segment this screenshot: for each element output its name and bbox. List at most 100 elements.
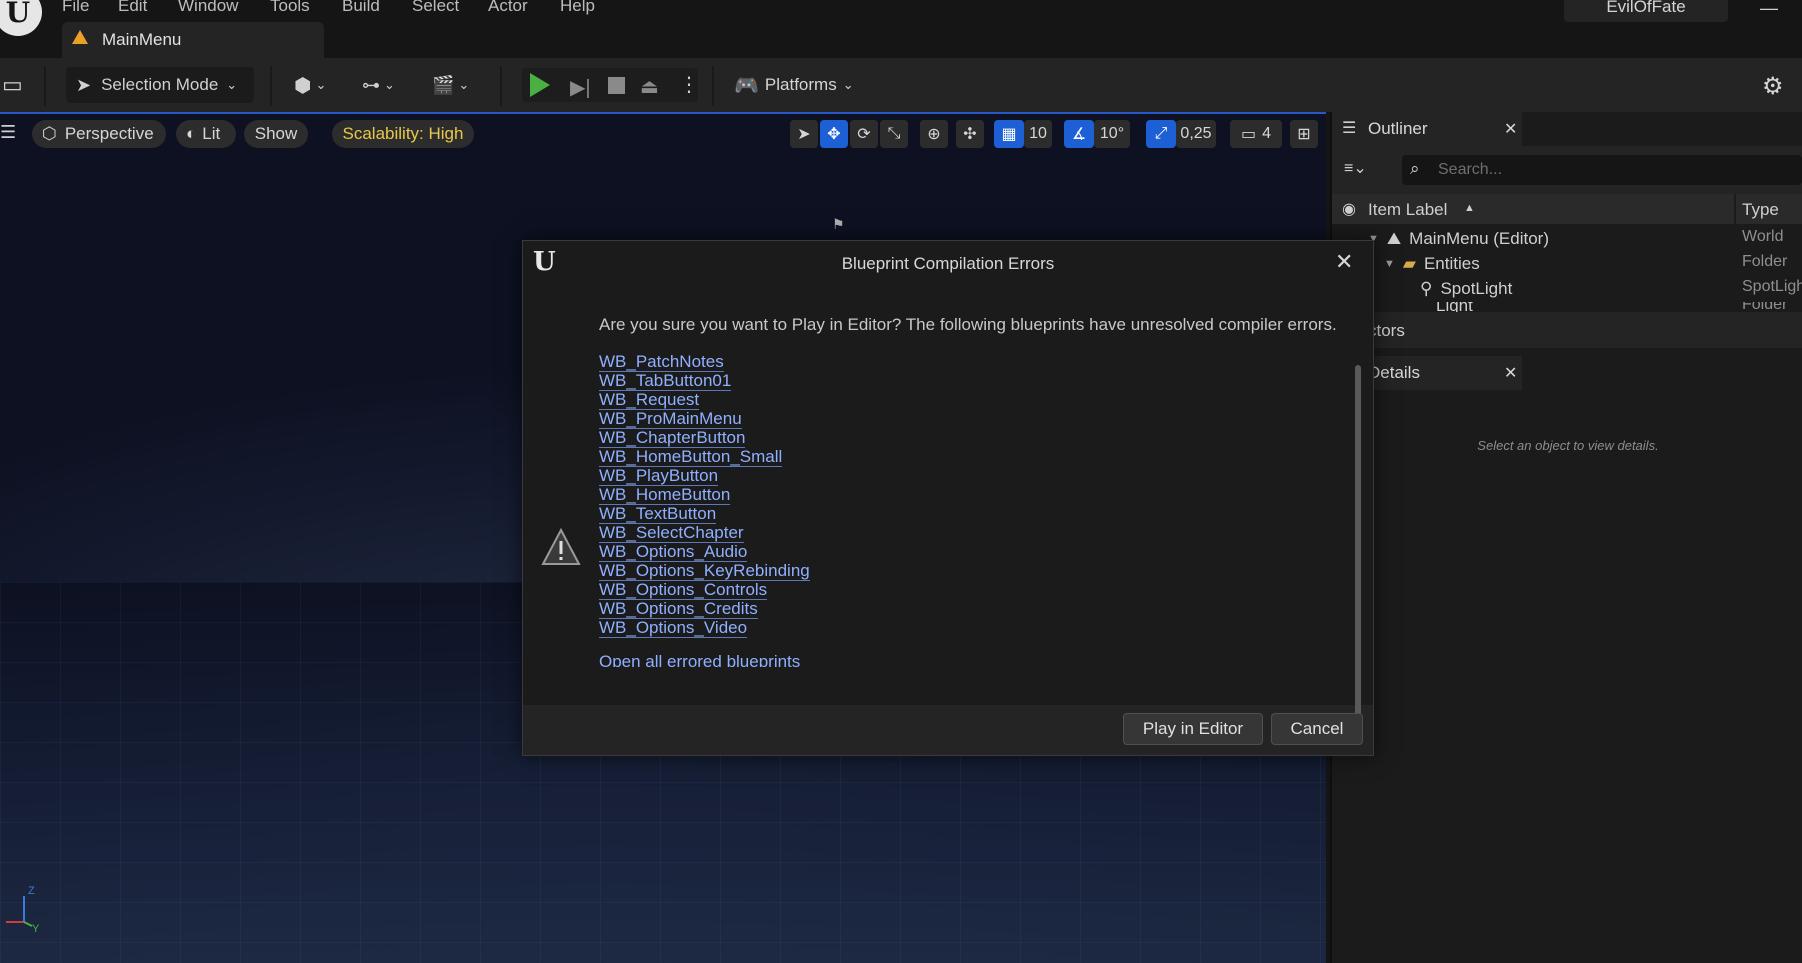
details-empty-text: Select an object to view details.: [1477, 438, 1659, 453]
camera-speed-button[interactable]: ▭ 4: [1230, 120, 1282, 148]
cancel-button[interactable]: Cancel: [1271, 713, 1363, 745]
camera-icon: ▭: [1240, 126, 1257, 143]
rotation-snap-value[interactable]: 10°: [1094, 120, 1130, 148]
blueprint-link[interactable]: WB_TabButton01: [599, 372, 732, 391]
eject-icon[interactable]: ⏏: [640, 74, 659, 99]
rotation-snap-icon[interactable]: ∡: [1064, 120, 1094, 148]
axis-gizmo: Z Y: [6, 885, 40, 932]
play-icon[interactable]: [530, 73, 550, 97]
tab-outliner[interactable]: ☰ Outliner ✕: [1332, 112, 1522, 146]
close-icon[interactable]: ✕: [1504, 119, 1517, 139]
stop-icon[interactable]: [608, 77, 625, 94]
blueprint-link[interactable]: WB_TextButton: [599, 505, 717, 524]
menu-edit[interactable]: Edit: [118, 0, 147, 16]
blueprint-link[interactable]: WB_Options_Credits: [599, 600, 758, 619]
expand-arrow-icon[interactable]: ▼: [1384, 258, 1395, 270]
project-name: EvilOfFate: [1564, 0, 1728, 22]
blueprint-link[interactable]: WB_PatchNotes: [599, 353, 724, 372]
blueprint-link[interactable]: WB_Options_KeyRebinding: [599, 562, 810, 581]
blueprint-link[interactable]: WB_ChapterButton: [599, 429, 746, 448]
toolbar-divider: [500, 66, 502, 106]
blueprint-link[interactable]: WB_ProMainMenu: [599, 410, 742, 429]
skip-frame-icon[interactable]: ▶|: [570, 75, 591, 100]
close-icon[interactable]: ✕: [1504, 363, 1517, 383]
save-icon[interactable]: ▭: [2, 72, 23, 98]
lit-icon: ◐: [186, 124, 197, 143]
dialog-scrollbar[interactable]: [1355, 365, 1361, 735]
cube-icon: ⬡: [42, 124, 57, 143]
tree-row-type: SpotLigh: [1742, 278, 1802, 295]
perspective-button[interactable]: ⬡ Perspective: [32, 120, 166, 148]
tree-row-entities[interactable]: ▼ ▰ Entities: [1384, 251, 1784, 276]
select-tool-icon[interactable]: ➤: [790, 120, 818, 148]
cinematics-icon[interactable]: 🎬 ⌄: [432, 67, 469, 103]
camera-speed-value: 4: [1262, 125, 1272, 142]
visibility-eye-icon[interactable]: ◉: [1342, 199, 1356, 219]
outliner-search[interactable]: ⌕ Search...: [1402, 155, 1802, 185]
surface-snap-icon[interactable]: ✣: [956, 120, 984, 148]
lit-label: Lit: [202, 124, 221, 143]
filter-icon[interactable]: ≡⌄: [1344, 158, 1367, 178]
axis-y-label: Y: [32, 923, 40, 932]
menu-actor[interactable]: Actor: [488, 0, 528, 16]
menu-file[interactable]: File: [62, 0, 89, 16]
search-input[interactable]: Search...: [1438, 161, 1502, 179]
grid-snap-value[interactable]: 10: [1024, 120, 1052, 148]
show-button[interactable]: Show: [244, 120, 308, 148]
list-icon: ☰: [1342, 120, 1357, 137]
dialog-message: Are you sure you want to Play in Editor?…: [599, 315, 1337, 334]
main-toolbar: ▭ ➤ Selection Mode ⌄ ⬢ ⌄ ⊶ ⌄ 🎬 ⌄ ▶| ⏏ ⋮ 🎮 P…: [0, 58, 1802, 113]
platforms-label: Platforms: [764, 75, 837, 94]
blueprint-link[interactable]: WB_Options_Video: [599, 619, 748, 638]
menu-build[interactable]: Build: [342, 0, 380, 16]
tree-row-spotlight[interactable]: ⚲ SpotLight: [1420, 276, 1780, 301]
folder-icon: ▰: [1402, 253, 1416, 273]
scalability-button[interactable]: Scalability: High: [332, 120, 474, 148]
hamburger-menu-icon[interactable]: ☰: [0, 122, 16, 143]
add-actor-icon[interactable]: ⬢ ⌄: [294, 67, 326, 103]
unreal-logo-icon[interactable]: U: [0, 0, 42, 36]
lit-button[interactable]: ◐ Lit: [176, 120, 236, 148]
tree-row-world[interactable]: ▼ ⛰ MainMenu (Editor): [1368, 226, 1798, 251]
spotlight-icon: ⚲: [1420, 278, 1433, 298]
grid-snap-icon[interactable]: ▦: [994, 120, 1024, 148]
tab-mainmenu[interactable]: MainMenu: [62, 22, 324, 58]
sort-ascending-icon: ▲: [1464, 202, 1475, 214]
blueprint-icon[interactable]: ⊶ ⌄: [362, 67, 395, 103]
scalability-label: Scalability: High: [342, 124, 464, 143]
minimize-icon[interactable]: —: [1760, 0, 1778, 19]
world-space-icon[interactable]: ⊕: [920, 120, 948, 148]
tree-row-type: Folder: [1742, 302, 1788, 312]
close-icon[interactable]: ✕: [1335, 249, 1353, 275]
more-options-icon[interactable]: ⋮: [679, 72, 699, 97]
platforms-dropdown[interactable]: 🎮 Platforms ⌄: [734, 67, 854, 103]
column-type[interactable]: Type: [1742, 200, 1779, 220]
player-start-icon[interactable]: ⚑: [832, 216, 845, 233]
menu-tools[interactable]: Tools: [270, 0, 310, 16]
blueprint-link[interactable]: WB_HomeButton: [599, 486, 731, 505]
selection-mode-dropdown[interactable]: ➤ Selection Mode ⌄: [66, 67, 254, 103]
tree-row-type: World: [1742, 228, 1784, 245]
play-in-editor-button[interactable]: Play in Editor: [1123, 713, 1263, 745]
scale-snap-icon[interactable]: ⤢: [1146, 120, 1176, 148]
outliner-title: Outliner: [1368, 119, 1428, 138]
blueprint-link[interactable]: WB_Request: [599, 391, 700, 410]
column-item-label[interactable]: Item Label: [1368, 200, 1447, 220]
menu-help[interactable]: Help: [560, 0, 595, 16]
scale-snap-value[interactable]: 0,25: [1176, 120, 1216, 148]
open-all-errored-link[interactable]: Open all errored blueprints: [599, 653, 800, 668]
show-label: Show: [254, 124, 298, 143]
menu-window[interactable]: Window: [178, 0, 238, 16]
blueprint-link[interactable]: WB_Options_Controls: [599, 581, 768, 600]
translate-tool-icon[interactable]: ✥: [820, 120, 848, 148]
blueprint-link[interactable]: WB_PlayButton: [599, 467, 719, 486]
rotate-tool-icon[interactable]: ⟳: [850, 120, 878, 148]
axis-z-label: Z: [28, 885, 35, 897]
scale-tool-icon[interactable]: ⤡: [880, 120, 908, 148]
gear-icon[interactable]: ⚙: [1762, 72, 1784, 101]
menu-select[interactable]: Select: [412, 0, 459, 16]
blueprint-link[interactable]: WB_Options_Audio: [599, 543, 748, 562]
viewport-layout-icon[interactable]: ⊞: [1290, 120, 1318, 148]
blueprint-link[interactable]: WB_SelectChapter: [599, 524, 744, 543]
blueprint-link[interactable]: WB_HomeButton_Small: [599, 448, 783, 467]
